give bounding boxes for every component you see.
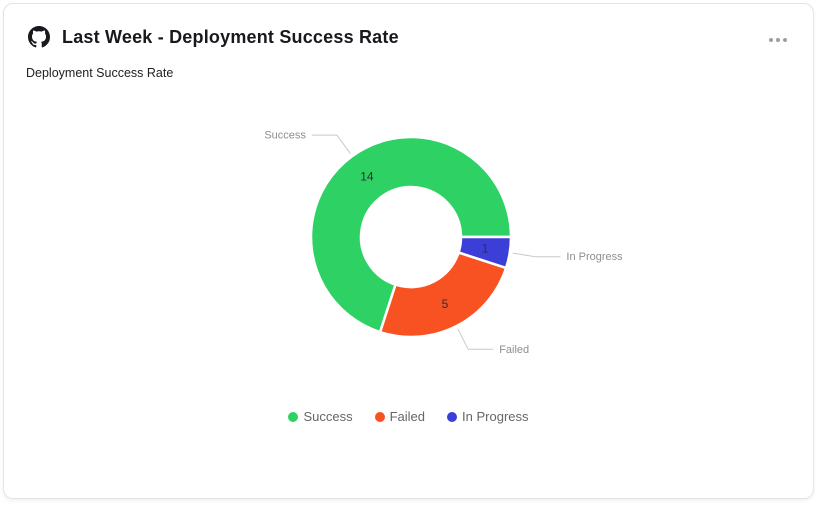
label-line [513, 253, 561, 257]
legend-marker [447, 412, 457, 422]
legend-item-success[interactable]: Success [288, 409, 352, 424]
deployment-widget-card: Last Week - Deployment Success Rate Depl… [3, 3, 814, 499]
slice-name-label: Failed [499, 344, 529, 356]
legend-item-in-progress[interactable]: In Progress [447, 409, 528, 424]
slice-value-label: 1 [482, 242, 489, 256]
legend-marker [375, 412, 385, 422]
slice-value-label: 5 [442, 297, 449, 311]
chart-legend: Success Failed In Progress [4, 409, 813, 424]
legend-label: Success [303, 409, 352, 424]
legend-label: In Progress [462, 409, 528, 424]
slice-name-label: In Progress [566, 251, 623, 263]
legend-label: Failed [390, 409, 425, 424]
slice-value-label: 14 [360, 169, 374, 183]
label-line [312, 135, 351, 154]
legend-item-failed[interactable]: Failed [375, 409, 425, 424]
label-line [458, 329, 493, 350]
legend-marker [288, 412, 298, 422]
donut-slice-failed[interactable] [380, 253, 506, 337]
slice-name-label: Success [264, 130, 306, 142]
